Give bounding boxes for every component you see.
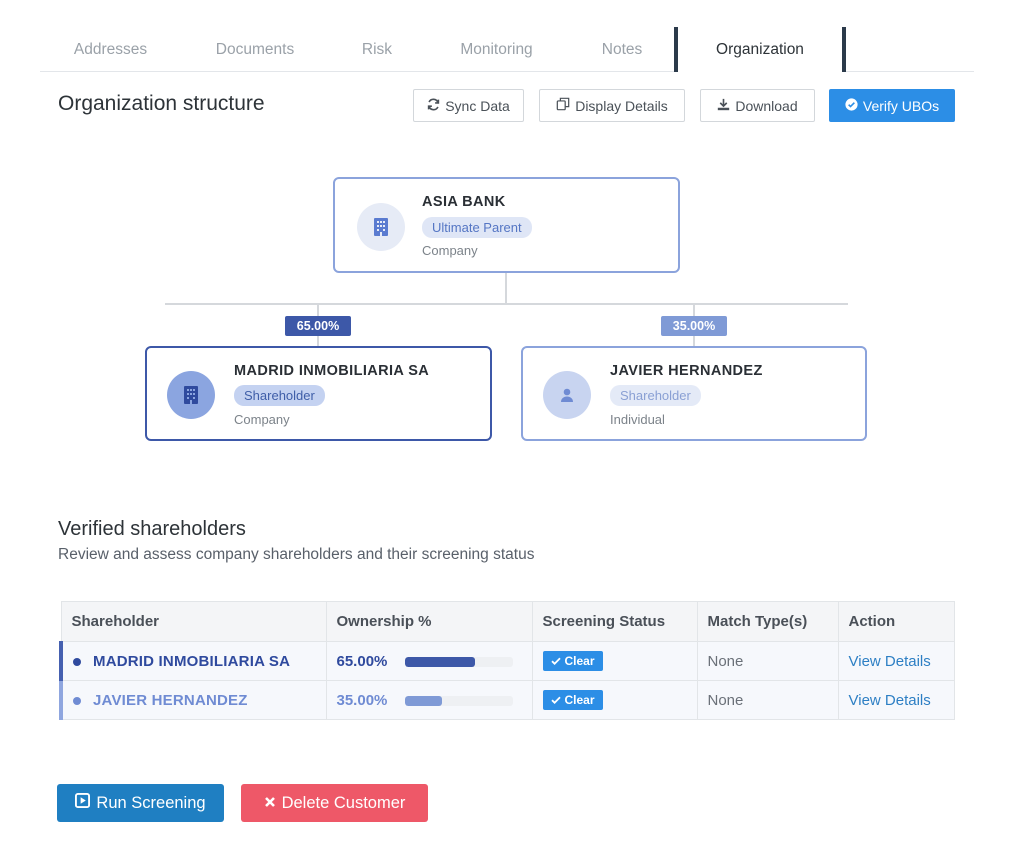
match-type-cell: None — [696, 680, 839, 720]
shareholder-cell: JAVIER HERNANDEZ — [59, 680, 327, 720]
screening-cell: Clear — [531, 641, 698, 681]
page-title: Organization structure — [58, 92, 265, 115]
org-node-madrid[interactable]: MADRID INMOBILIARIA SA Shareholder Compa… — [145, 346, 492, 441]
sync-data-button[interactable]: Sync Data — [413, 89, 524, 122]
entity-type: Individual — [610, 412, 665, 427]
org-node-javier[interactable]: JAVIER HERNANDEZ Shareholder Individual — [521, 346, 867, 441]
entity-type: Company — [422, 243, 478, 258]
sync-data-label: Sync Data — [445, 97, 510, 114]
delete-customer-label: Delete Customer — [281, 793, 406, 812]
tab-bar: Addresses Documents Risk Monitoring Note… — [40, 27, 974, 72]
shareholders-table: Shareholder Ownership % Screening Status… — [59, 601, 955, 720]
connector-line — [505, 272, 507, 304]
ownership-bar — [404, 656, 513, 667]
building-icon — [357, 203, 405, 251]
ownership-bar — [404, 695, 513, 706]
person-icon — [543, 371, 591, 419]
tab-documents[interactable]: Documents — [181, 27, 329, 72]
shareholders-subtitle: Review and assess company shareholders a… — [58, 546, 535, 563]
ownership-badge: 65.00% — [285, 316, 351, 336]
display-details-label: Display Details — [575, 97, 668, 114]
ownership-badge: 35.00% — [661, 316, 727, 336]
column-header: Screening Status — [531, 601, 698, 642]
view-details-link[interactable]: View Details — [849, 692, 931, 709]
run-screening-button[interactable]: Run Screening — [57, 784, 224, 822]
ownership-value: 65.00% — [336, 652, 388, 670]
screening-status-badge: Clear — [542, 651, 603, 671]
close-icon — [264, 794, 276, 813]
action-cell: View Details — [837, 680, 955, 720]
org-node-name: JAVIER HERNANDEZ — [610, 363, 763, 379]
screening-status-text: Clear — [564, 654, 595, 668]
column-header: Ownership % — [325, 601, 533, 642]
org-node-root[interactable]: ASIA BANK Ultimate Parent Company — [333, 177, 680, 273]
check-circle-icon — [845, 97, 858, 114]
download-icon — [717, 98, 730, 114]
run-screening-label: Run Screening — [96, 793, 206, 812]
ownership-bar-fill — [404, 695, 443, 706]
role-badge: Shareholder — [234, 385, 325, 406]
entity-type: Company — [234, 412, 290, 427]
ownership-value: 35.00% — [336, 691, 388, 709]
delete-customer-button[interactable]: Delete Customer — [241, 784, 428, 822]
check-icon — [550, 696, 561, 704]
status-dot — [73, 657, 81, 666]
tab-addresses[interactable]: Addresses — [40, 27, 181, 72]
tab-organization[interactable]: Organization — [674, 27, 846, 72]
screening-status-text: Clear — [564, 693, 595, 707]
status-dot — [73, 696, 81, 705]
view-details-link[interactable]: View Details — [849, 653, 931, 670]
verify-ubos-label: Verify UBOs — [862, 97, 940, 114]
column-header: Match Type(s) — [696, 601, 839, 642]
ownership-cell: 35.00% — [325, 680, 533, 720]
building-icon — [167, 371, 215, 419]
screening-status-badge: Clear — [542, 690, 603, 710]
ownership-cell: 65.00% — [325, 641, 533, 681]
shareholders-title: Verified shareholders — [58, 518, 246, 540]
match-type-cell: None — [696, 641, 839, 681]
tab-monitoring[interactable]: Monitoring — [425, 27, 568, 72]
download-label: Download — [735, 97, 798, 114]
role-badge: Ultimate Parent — [422, 217, 532, 238]
connector-line — [165, 303, 848, 305]
play-icon — [75, 793, 91, 813]
shareholder-name: JAVIER HERNANDEZ — [93, 691, 248, 709]
table-row: MADRID INMOBILIARIA SA 65.00% Clear None… — [59, 641, 955, 681]
table-row: JAVIER HERNANDEZ 35.00% Clear None View … — [59, 680, 955, 720]
org-node-name: ASIA BANK — [422, 194, 506, 210]
shareholder-name: MADRID INMOBILIARIA SA — [93, 652, 291, 670]
refresh-icon — [427, 98, 440, 114]
display-details-button[interactable]: Display Details — [539, 89, 685, 122]
action-cell: View Details — [837, 641, 955, 681]
org-node-name: MADRID INMOBILIARIA SA — [234, 363, 430, 379]
screening-cell: Clear — [531, 680, 698, 720]
column-header: Action — [837, 601, 955, 642]
role-badge: Shareholder — [610, 385, 701, 406]
tab-notes[interactable]: Notes — [568, 27, 676, 72]
ownership-bar-fill — [404, 656, 475, 667]
check-icon — [550, 657, 561, 665]
column-header: Shareholder — [60, 601, 327, 642]
verify-ubos-button[interactable]: Verify UBOs — [829, 89, 955, 122]
copy-icon — [556, 97, 570, 114]
table-header-row: Shareholder Ownership % Screening Status… — [60, 601, 955, 642]
shareholder-cell: MADRID INMOBILIARIA SA — [59, 641, 327, 681]
tab-risk[interactable]: Risk — [329, 27, 425, 72]
download-button[interactable]: Download — [700, 89, 815, 122]
